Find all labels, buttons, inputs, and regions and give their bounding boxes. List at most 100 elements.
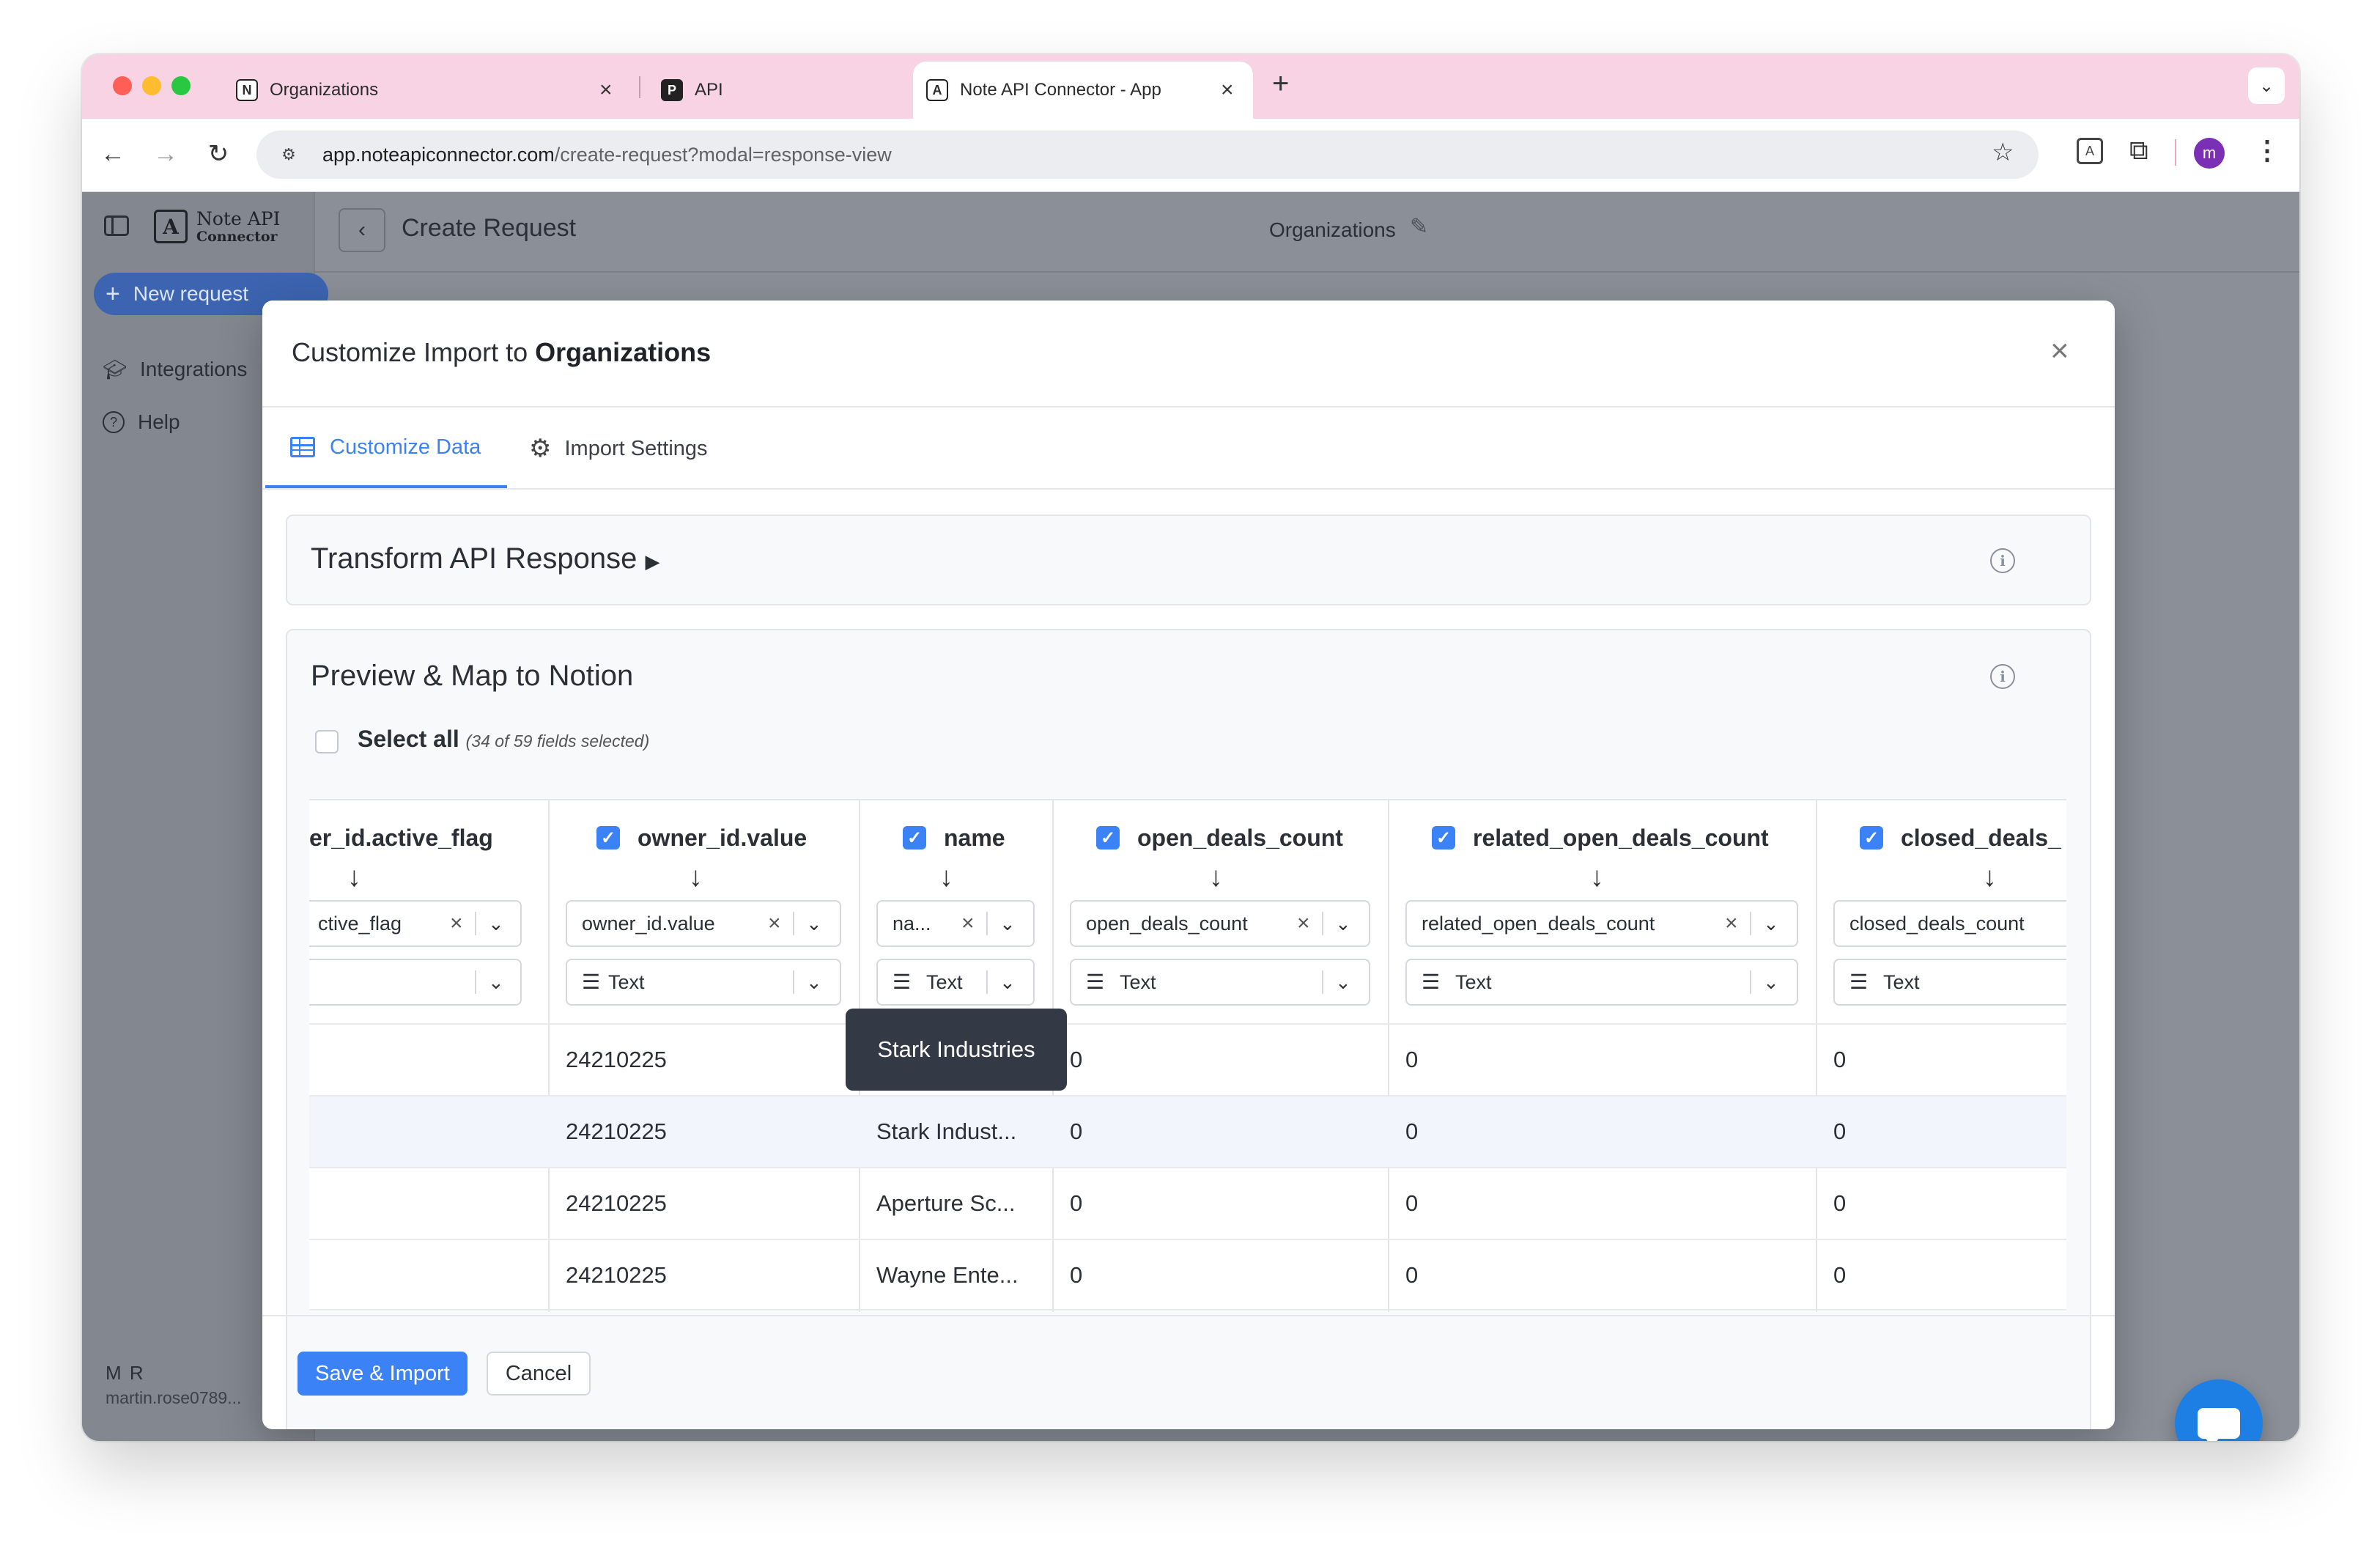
chevron-down-icon: ⌄ [806, 913, 822, 935]
field-mapping-select[interactable]: ctive_flag × ⌄ [309, 900, 522, 947]
info-icon[interactable]: i [1990, 548, 2015, 573]
column-header: ✓ open_deals_count [1096, 819, 1343, 856]
maximize-window-button[interactable] [171, 76, 191, 95]
tab-label: Organizations [270, 80, 379, 100]
field-mapping-select[interactable]: owner_id.value × ⌄ [566, 900, 841, 947]
property-type-select[interactable]: Text ☰ ⌄ [566, 959, 841, 1006]
field-mapping-select[interactable]: related_open_deals_count × ⌄ [1405, 900, 1798, 947]
select-all-label: Select all (34 of 59 fields selected) [358, 726, 650, 752]
field-mapping-select[interactable]: open_deals_count × ⌄ [1070, 900, 1370, 947]
new-tab-plus-icon[interactable]: + [1272, 67, 1289, 100]
save-import-button[interactable]: Save & Import [298, 1352, 468, 1396]
divider [262, 488, 2115, 490]
property-type-select[interactable]: ☰ Text ⌄ [1070, 959, 1370, 1006]
preview-title: Preview & Map to Notion [311, 660, 634, 692]
text-lines-icon: ☰ [1849, 970, 1869, 993]
address-bar[interactable]: ⚙ app.noteapiconnector.com/create-reques… [256, 130, 2039, 179]
table-icon [290, 437, 315, 457]
back-arrow-icon[interactable]: ← [92, 133, 133, 174]
toolbar-divider [2175, 139, 2176, 166]
minimize-window-button[interactable] [142, 76, 161, 95]
bookmark-star-icon[interactable]: ☆ [1992, 138, 2014, 167]
tab-search-chevron-icon[interactable]: ⌄ [2248, 67, 2285, 104]
close-modal-icon[interactable]: × [2050, 333, 2069, 369]
site-settings-icon[interactable]: ⚙ [274, 141, 303, 169]
clear-x-icon[interactable]: × [450, 902, 463, 946]
sidebar-item-help[interactable]: ? Help [103, 410, 180, 434]
column-header: ✓ name [903, 819, 1005, 856]
tab-import-settings[interactable]: ⚙ Import Settings [529, 409, 708, 488]
clear-x-icon[interactable]: × [768, 902, 781, 946]
property-type-select[interactable]: ☰ Text ⌄ [876, 959, 1035, 1006]
chevron-down-icon: ⌄ [806, 971, 822, 993]
modal-tabs: Customize Data ⚙ Import Settings [262, 409, 2115, 490]
browser-window: N Organizations × P API × A Note API Con… [82, 54, 2299, 1441]
chevron-down-icon: ⌄ [1763, 913, 1779, 935]
column-checkbox[interactable]: ✓ [903, 826, 926, 849]
extensions-puzzle-icon[interactable]: ⧉ [2129, 135, 2148, 166]
select-all-checkbox[interactable] [315, 730, 339, 753]
column-checkbox[interactable]: ✓ [1860, 826, 1883, 849]
close-window-button[interactable] [113, 76, 132, 95]
help-circle-icon: ? [103, 411, 125, 433]
plus-icon: + [106, 279, 120, 308]
clear-x-icon[interactable]: × [1725, 902, 1738, 946]
table-row: 24210225 Stark Indust... 0 0 0 [309, 1095, 2066, 1167]
browser-tab-app[interactable]: A Note API Connector - App × [913, 62, 1253, 119]
close-icon[interactable]: × [1221, 78, 1234, 103]
tab-label: Note API Connector - App [960, 80, 1161, 100]
sidebar-item-integrations[interactable]: 🎓︎ Integrations [103, 358, 247, 381]
reload-icon[interactable]: ↻ [198, 133, 239, 174]
target-database-name: Organizations [1269, 218, 1396, 241]
table-row: 24210225 Wayne Ente... 0 0 0 [309, 1239, 2066, 1311]
chevron-down-icon: ⌄ [1763, 971, 1779, 993]
field-mapping-select[interactable]: closed_deals_count [1833, 900, 2066, 947]
property-type-select[interactable]: ☰ Text [1833, 959, 2066, 1006]
browser-toolbar: ← → ↻ ⚙ app.noteapiconnector.com/create-… [82, 119, 2299, 192]
back-chevron-icon[interactable]: ‹ [339, 208, 385, 252]
clear-x-icon[interactable]: × [961, 902, 975, 946]
caret-right-icon: ▶ [645, 550, 660, 572]
table-row: 24210225 Aperture Sc... 0 0 0 [309, 1167, 2066, 1239]
graduation-cap-icon: 🎓︎ [103, 358, 128, 380]
column-checkbox[interactable]: ✓ [1096, 826, 1120, 849]
cancel-button[interactable]: Cancel [487, 1352, 591, 1396]
transform-title: Transform API Response ▶ [311, 542, 660, 575]
app-area: A Note API Connector + New request 🎓︎ In… [82, 192, 2299, 1441]
column-header: ✓ related_open_deals_count [1432, 819, 1769, 856]
clear-x-icon[interactable]: × [1297, 902, 1310, 946]
column-header: ✓ closed_deals_ [1860, 819, 2061, 856]
property-type-select[interactable]: ☰ Text ⌄ [1405, 959, 1798, 1006]
column-header: ✓ owner_id.value [596, 819, 807, 856]
field-mapping-select[interactable]: na... × ⌄ [876, 900, 1035, 947]
sidebar-toggle-icon[interactable] [104, 215, 129, 236]
profile-avatar[interactable]: m [2194, 138, 2225, 169]
extension-app-icon[interactable]: A [2077, 138, 2103, 164]
app-logo-text: Note API Connector [196, 208, 281, 245]
divider [262, 406, 2115, 408]
browser-tab-organizations[interactable]: N Organizations × [226, 62, 629, 119]
info-icon[interactable]: i [1990, 664, 2015, 689]
forward-arrow-icon[interactable]: → [145, 133, 186, 174]
edit-pencil-icon[interactable]: ✎ [1410, 214, 1428, 240]
app-logo-icon: A [926, 79, 948, 101]
column-checkbox[interactable]: ✓ [596, 826, 620, 849]
text-lines-icon: ☰ [1422, 970, 1441, 993]
tab-customize-data[interactable]: Customize Data [265, 409, 507, 488]
transform-panel[interactable]: Transform API Response ▶ i [286, 515, 2091, 605]
mapping-table: er_id.active_flag ↓ ctive_flag × ⌄ ⌄ ✓ ow… [309, 799, 2066, 1312]
table-row: 24210225 0 0 0 [309, 1023, 2066, 1095]
property-type-select[interactable]: ⌄ [309, 959, 522, 1006]
postman-icon: P [661, 79, 683, 101]
text-lines-icon: ☰ [892, 970, 912, 993]
chat-widget-button[interactable] [2175, 1379, 2263, 1441]
chat-bubble-icon [2198, 1408, 2240, 1441]
user-initials: M R [106, 1362, 145, 1384]
customize-import-modal: Customize Import to Organizations × Cust… [262, 301, 2115, 1429]
url-text: app.noteapiconnector.com/create-request?… [322, 144, 892, 166]
page-title: Create Request [402, 214, 577, 242]
notion-icon: N [236, 79, 258, 101]
browser-menu-icon[interactable]: ⋮ [2254, 135, 2280, 166]
arrow-down-icon: ↓ [689, 862, 703, 893]
column-checkbox[interactable]: ✓ [1432, 826, 1455, 849]
